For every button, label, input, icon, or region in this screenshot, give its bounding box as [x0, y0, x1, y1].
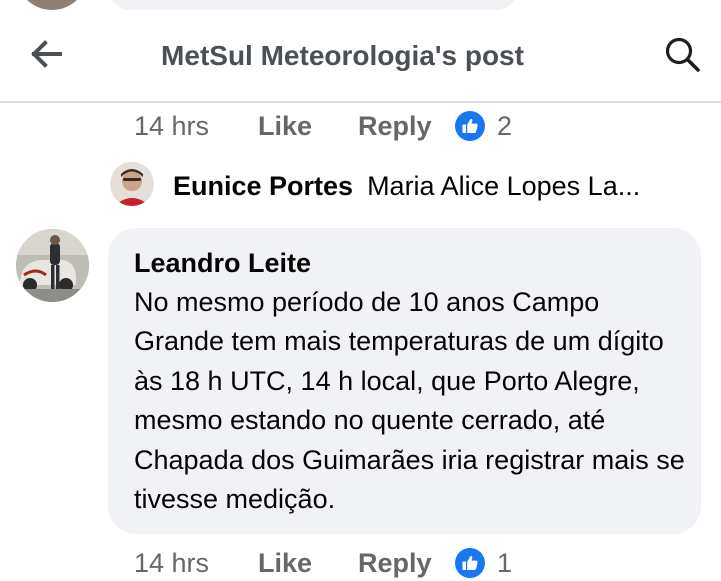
reply-preview[interactable]: Eunice Portes Maria Alice Lopes La...: [173, 168, 713, 204]
comment-actions-top: 14 hrs Like Reply 2: [134, 108, 512, 144]
comment-author-name[interactable]: Leandro Leite: [134, 246, 311, 280]
previous-comment-bubble: [108, 0, 518, 10]
timestamp[interactable]: 14 hrs: [134, 111, 258, 142]
reaction-count[interactable]: 1: [497, 548, 512, 579]
like-button[interactable]: Like: [258, 111, 358, 142]
reply-button[interactable]: Reply: [358, 548, 455, 579]
timestamp[interactable]: 14 hrs: [134, 548, 258, 579]
search-icon: [664, 36, 702, 79]
reply-author-avatar[interactable]: [110, 162, 154, 206]
comment-author-avatar[interactable]: [16, 229, 89, 302]
reply-button[interactable]: Reply: [358, 111, 455, 142]
comment-text: No mesmo período de 10 anos Campo Grande…: [134, 287, 685, 515]
search-button[interactable]: [662, 36, 704, 78]
page-title: MetSul Meteorologia's post: [161, 40, 524, 71]
previous-comment-avatar[interactable]: [16, 0, 88, 10]
reaction-count[interactable]: 2: [497, 111, 512, 142]
reply-author-name[interactable]: Eunice Portes: [173, 171, 353, 201]
comment-actions: 14 hrs Like Reply 1: [134, 545, 512, 581]
thumbs-up-icon[interactable]: [455, 548, 485, 578]
post-header: MetSul Meteorologia's post: [0, 10, 721, 103]
like-button[interactable]: Like: [258, 548, 358, 579]
reply-preview-text: Maria Alice Lopes La...: [367, 171, 641, 201]
thumbs-up-icon[interactable]: [455, 111, 485, 141]
